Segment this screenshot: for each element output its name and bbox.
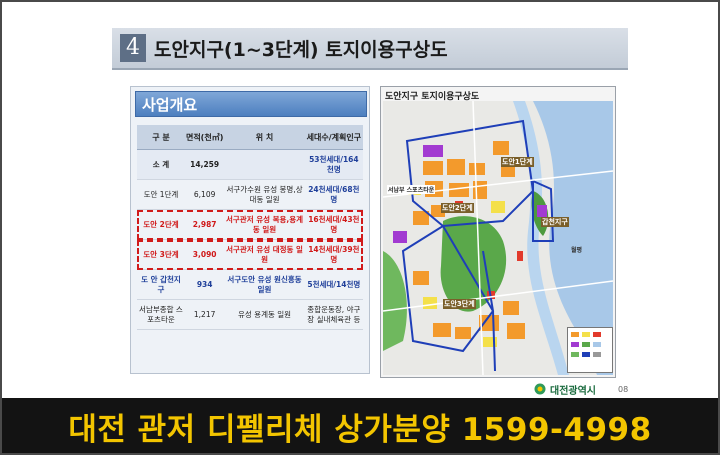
row-area: 934	[184, 269, 225, 300]
row-name: 도안 2단계	[137, 209, 185, 240]
col-area: 면적(천㎡)	[184, 125, 225, 150]
row-location: 서구도안 유성 원신흥동 일원	[224, 269, 305, 300]
row-name: 도안 1단계	[137, 179, 185, 210]
map-label-gapcheon: 갑천지구	[541, 217, 569, 227]
map-label-stage2: 도안2단계	[441, 203, 474, 213]
map-label-stage1: 도안1단계	[501, 157, 534, 167]
page-number: 08	[618, 385, 629, 394]
row-name: 도 안 갑천지구	[137, 269, 185, 300]
map-label-sports-town: 서남부 스포츠타운	[387, 185, 436, 194]
row-households: 14천세대/39천명	[304, 239, 363, 270]
row-households: 24천세대/68천명	[304, 179, 363, 210]
row-households: 5천세대/14천명	[304, 269, 363, 300]
row-area: 1,217	[184, 299, 225, 330]
promo-banner: 대전 관저 디펠리체 상가분양 1599-4998	[2, 398, 718, 453]
business-overview-label: 사업개요	[142, 96, 198, 114]
table-row-highlighted: 도안 2단계 2,987 서구관저 유성 복용,용계동 일원 16천세대/43천…	[137, 209, 363, 240]
col-households: 세대수/계획인구	[304, 125, 363, 150]
row-area: 3,090	[184, 239, 225, 270]
table-row: 서남부종합 스포츠타운 1,217 유성 용계동 일원 종합운동장, 야구장 실…	[137, 299, 363, 330]
city-emblem-icon	[534, 383, 546, 395]
row-name: 소 계	[137, 149, 185, 180]
row-name: 서남부종합 스포츠타운	[137, 299, 185, 330]
table-header-row: 구 분 면적(천㎡) 위 치 세대수/계획인구	[137, 125, 363, 150]
map-label-wolpyeong: 월평	[571, 247, 583, 254]
row-location: 서구가수원 유성 봉명,상대동 일원	[224, 179, 305, 210]
slide-header: 4 도안지구(1~3단계) 토지이용구상도	[112, 28, 628, 70]
table-row: 도 안 갑천지구 934 서구도안 유성 원신흥동 일원 5천세대/14천명	[137, 269, 363, 300]
row-location: 서구관저 유성 복용,용계동 일원	[224, 209, 305, 240]
map-legend	[567, 327, 613, 373]
land-use-map-panel: 도안지구 토지이용구상도 도안1단계 도안2단계 도안3단계 갑천지구 서남부 …	[380, 86, 616, 378]
table-row: 도안 1단계 6,109 서구가수원 유성 봉명,상대동 일원 24천세대/68…	[137, 179, 363, 210]
city-logo: 대전광역시 08	[534, 382, 694, 398]
section-number: 4	[120, 34, 146, 62]
promo-banner-text: 대전 관저 디펠리체 상가분양 1599-4998	[68, 412, 652, 448]
map-label-stage3: 도안3단계	[443, 299, 476, 309]
business-table: 구 분 면적(천㎡) 위 치 세대수/계획인구 소 계 14,259 53천세대…	[137, 125, 363, 330]
row-households: 종합운동장, 야구장 실내체육관 등	[304, 299, 363, 330]
slide: 4 도안지구(1~3단계) 토지이용구상도 사업개요 구 분 면적(천㎡) 위 …	[4, 4, 712, 398]
table-row: 소 계 14,259 53천세대/164천명	[137, 149, 363, 180]
row-households: 53천세대/164천명	[304, 149, 363, 180]
row-area: 14,259	[184, 149, 225, 180]
slide-title: 도안지구(1~3단계) 토지이용구상도	[154, 39, 448, 61]
col-category: 구 분	[137, 125, 185, 150]
table-row-highlighted: 도안 3단계 3,090 서구관저 유성 대정동 일원 14천세대/39천명	[137, 239, 363, 270]
row-location	[224, 149, 305, 180]
city-name: 대전광역시	[550, 386, 596, 397]
row-location: 유성 용계동 일원	[224, 299, 305, 330]
col-location: 위 치	[224, 125, 305, 150]
row-households: 16천세대/43천명	[304, 209, 363, 240]
row-name: 도안 3단계	[137, 239, 185, 270]
row-area: 2,987	[184, 209, 225, 240]
row-location: 서구관저 유성 대정동 일원	[224, 239, 305, 270]
business-overview-title: 사업개요	[135, 91, 367, 117]
row-area: 6,109	[184, 179, 225, 210]
business-overview-panel: 사업개요 구 분 면적(천㎡) 위 치 세대수/계획인구 소 계 14,259 …	[130, 86, 370, 374]
